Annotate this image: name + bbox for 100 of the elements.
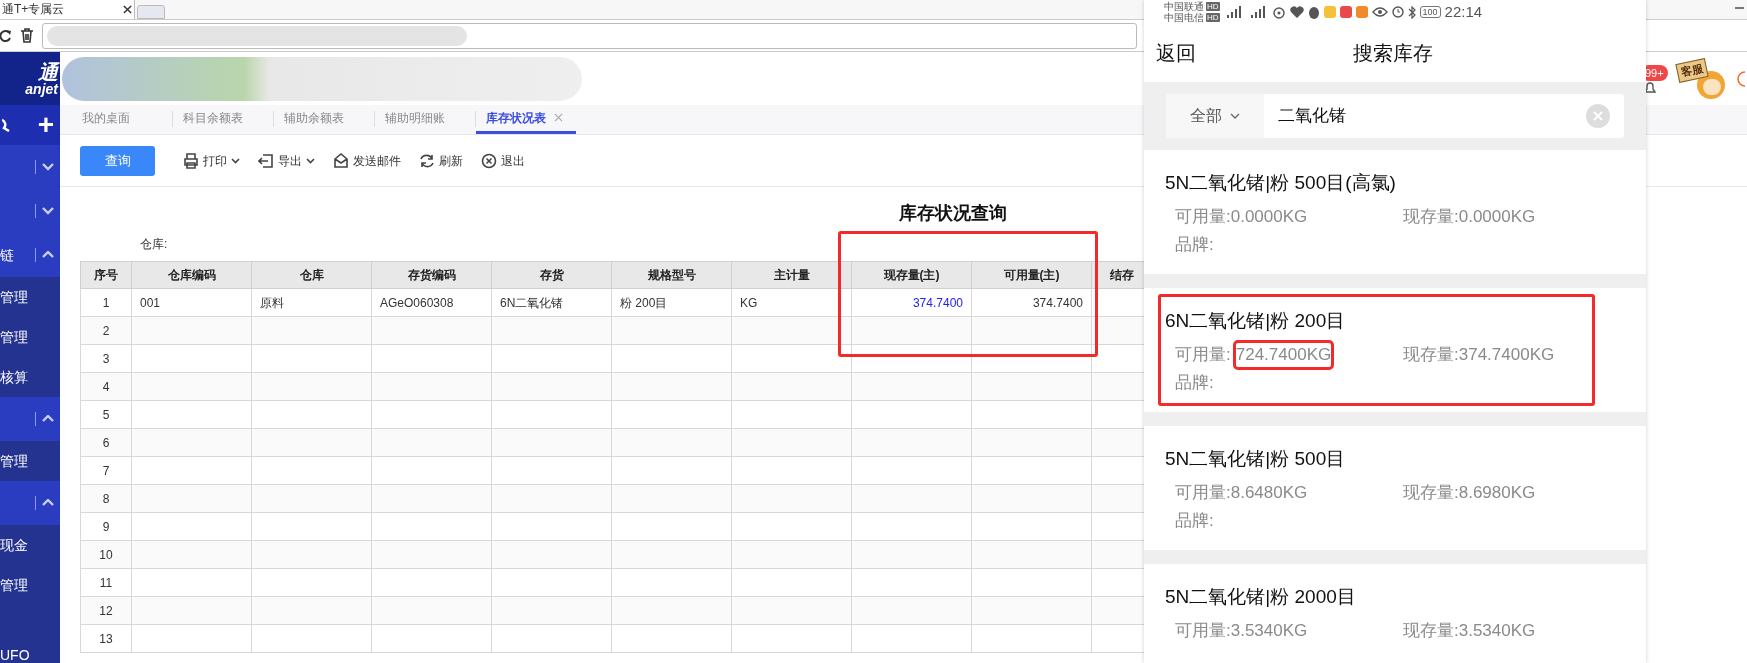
brand-label: 品牌: [1174, 510, 1214, 532]
export-button[interactable]: 导出 [258, 151, 315, 170]
refresh-icon [419, 152, 435, 169]
close-icon [481, 152, 497, 169]
table-cell: 3 [80, 344, 132, 373]
available-label: 可用量: [1175, 344, 1231, 366]
table-link[interactable]: 374.7400 [851, 288, 972, 317]
tab[interactable]: 辅助余额表 [274, 104, 374, 134]
mascot-drawing[interactable]: 客服 [1677, 56, 1727, 101]
app-icon [1339, 6, 1352, 18]
refresh-button[interactable]: 刷新 [419, 151, 463, 170]
result-card[interactable]: 5N二氧化锗|粉 2000目 可用量:3.5340KG 现存量:3.5340KG [1158, 570, 1595, 654]
table-cell: 5 [80, 400, 132, 429]
table-cell: 粉 200目 [611, 288, 732, 317]
menu-item[interactable]: 管理 [0, 450, 28, 472]
table-cell: 9 [80, 512, 132, 541]
scope-dropdown[interactable]: 全部 [1166, 94, 1264, 138]
available-label: 可用量: [1175, 206, 1231, 228]
on-hand-label: 现存量: [1403, 482, 1459, 504]
column-header: 规格型号 [611, 261, 732, 289]
available-value: 8.6480KG [1230, 482, 1308, 504]
carrier-name: 中国电信 [1164, 12, 1204, 23]
exit-button[interactable]: 退出 [481, 151, 525, 170]
search-text: 二氧化锗 [1278, 105, 1347, 128]
bell-icon[interactable] [1643, 80, 1657, 95]
mail-icon [333, 152, 349, 169]
column-header: 存货编码 [371, 261, 492, 289]
chevron-down-icon[interactable] [42, 207, 54, 215]
table-cell: 6 [80, 428, 132, 457]
column-header: 现存量(主) [851, 261, 972, 289]
table-cell: AGeO060308 [371, 288, 492, 317]
result-card[interactable]: 5N二氧化锗|粉 500目 可用量:8.6480KG 现存量:8.6980KG 品牌: [1158, 432, 1595, 544]
menu-item[interactable]: 核算 [0, 366, 28, 388]
table-cell: 6N二氧化锗 [491, 288, 612, 317]
table-cell: 10 [80, 540, 132, 569]
hd-badge: HD [1206, 2, 1220, 11]
menu-item[interactable]: 管理 [0, 326, 28, 348]
table-cell: 001 [131, 288, 252, 317]
result-title: 5N二氧化锗|粉 500目 [1165, 447, 1347, 471]
available-value: 0.0000KG [1230, 206, 1308, 228]
chevron-up-icon[interactable] [42, 251, 54, 259]
caret-icon [231, 157, 240, 164]
caret-icon [306, 157, 315, 164]
trash-icon[interactable] [20, 28, 34, 43]
available-value: 3.5340KG [1230, 620, 1308, 642]
result-title: 5N二氧化锗|粉 500目(高氯) [1165, 171, 1397, 195]
menu-item[interactable]: 管理 [0, 574, 28, 596]
tab[interactable]: 我的桌面 [72, 104, 172, 134]
print-button[interactable]: 打印 [183, 151, 240, 170]
tab[interactable]: 科目余额表 [173, 104, 273, 134]
browser-tab[interactable]: 通T+专属云 [0, 0, 135, 19]
column-header: 仓库 [251, 261, 372, 289]
table-cell: 8 [80, 484, 132, 513]
available-value: 724.7400KG [1235, 343, 1332, 367]
column-header: 存货 [491, 261, 612, 289]
printer-icon [183, 152, 199, 169]
chevron-down-icon [1230, 113, 1240, 119]
back-button[interactable]: 返回 [1156, 38, 1196, 68]
table-cell: 12 [80, 596, 132, 625]
on-hand-label: 现存量: [1403, 620, 1459, 642]
on-hand-value: 0.0000KG [1458, 206, 1536, 228]
chevron-up-icon[interactable] [42, 499, 54, 507]
close-icon[interactable] [123, 4, 132, 14]
menu-item[interactable]: UFO [0, 647, 30, 663]
mail-button[interactable]: 发送邮件 [333, 151, 401, 170]
table-cell: 13 [80, 624, 132, 653]
result-title: 5N二氧化锗|粉 2000目 [1165, 585, 1357, 609]
table-cell: 4 [80, 372, 132, 401]
on-hand-label: 现存量: [1403, 344, 1459, 366]
column-header: 仓库编码 [131, 261, 252, 289]
menu-item[interactable]: 现金 [0, 534, 28, 556]
table-cell: 1 [80, 288, 132, 317]
brand-label: 品牌: [1174, 372, 1214, 394]
heart-icon [1289, 5, 1304, 19]
table-cell: 2 [80, 316, 132, 345]
available-label: 可用量: [1175, 482, 1231, 504]
chevron-up-icon[interactable] [42, 415, 54, 423]
tab[interactable]: 辅助明细账 [375, 104, 475, 134]
menu-group-label[interactable]: 链 [0, 244, 14, 266]
result-title: 6N二氧化锗|粉 200目 [1165, 309, 1347, 333]
reload-icon[interactable] [0, 28, 12, 43]
on-hand-value: 3.5340KG [1458, 620, 1536, 642]
alarm-icon [1391, 6, 1404, 18]
page-title: 搜索库存 [1353, 41, 1433, 66]
column-header: 主计量 [731, 261, 852, 289]
on-hand-value: 374.7400KG [1458, 344, 1555, 366]
hotspot-icon [1271, 5, 1286, 19]
tab[interactable]: 库存状况表 [476, 104, 576, 134]
menu-item[interactable]: 管理 [0, 286, 28, 308]
chevron-down-icon[interactable] [42, 163, 54, 171]
result-card[interactable]: 6N二氧化锗|粉 200目 可用量: 724.7400KG 现存量:374.7400KG 品牌: [1158, 294, 1595, 406]
export-icon [258, 152, 274, 169]
on-hand-label: 现存量: [1403, 206, 1459, 228]
battery-icon: 100 [1419, 6, 1441, 18]
table-cell: 7 [80, 456, 132, 485]
available-label: 可用量: [1175, 620, 1231, 642]
search-field[interactable]: 全部 二氧化锗 [1166, 94, 1624, 138]
column-header: 序号 [80, 261, 132, 289]
app-icon [1355, 6, 1368, 18]
column-header: 可用量(主) [971, 261, 1092, 289]
